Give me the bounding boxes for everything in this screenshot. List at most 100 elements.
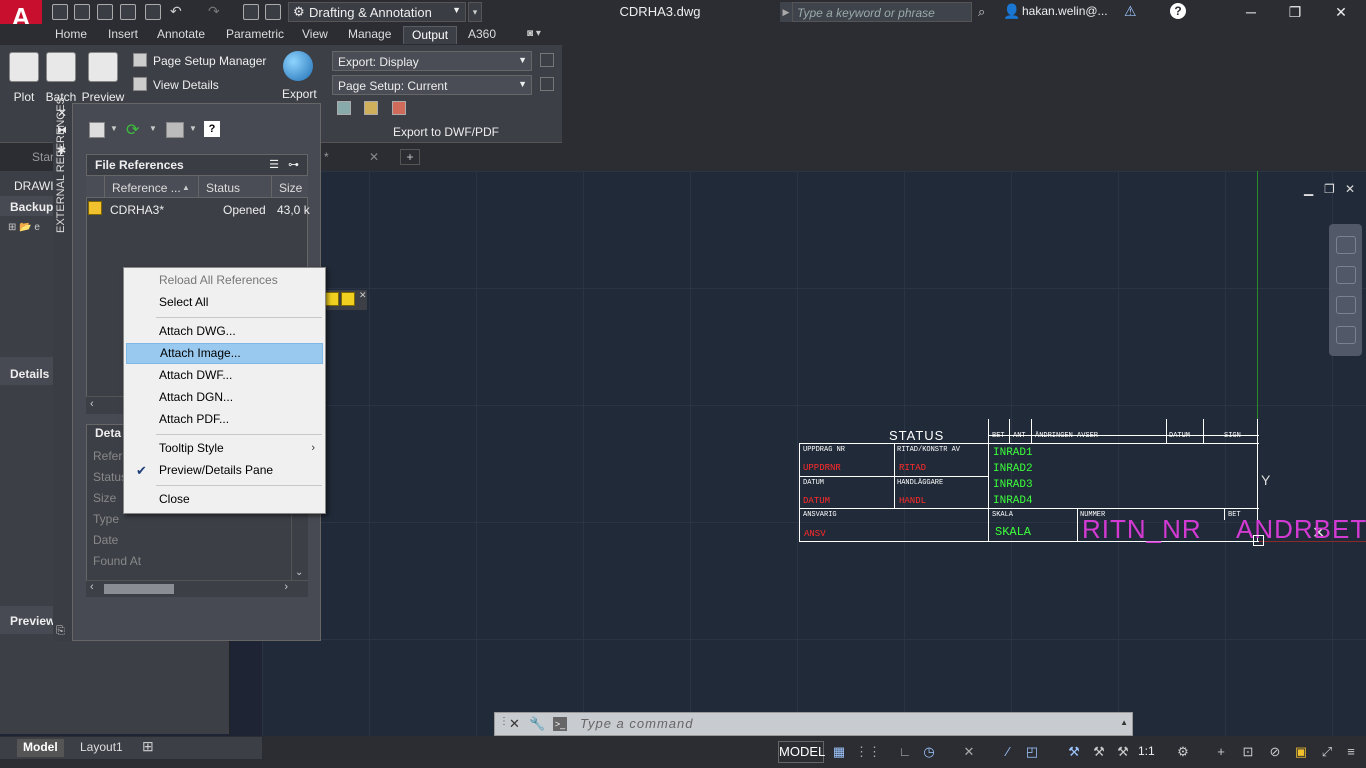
details-horizontal-scrollbar[interactable]: ‹ › — [86, 580, 308, 597]
viewport-close-icon[interactable]: ✕ — [1345, 182, 1355, 196]
floating-toolbar[interactable]: ✕ — [325, 290, 367, 310]
cmd-history-icon[interactable]: ▲ — [1120, 718, 1128, 727]
workspace-gear-icon[interactable]: ⚙ — [1176, 745, 1190, 759]
customization-icon[interactable]: ≡ — [1344, 745, 1358, 759]
floater-tool-2-icon[interactable] — [341, 292, 355, 306]
workspace-switcher[interactable]: ⚙ Drafting & Annotation ▼ — [288, 2, 466, 22]
expand-tree-icon[interactable]: ⊞ 📂 e — [8, 222, 40, 233]
scroll-right-icon[interactable]: › — [284, 581, 288, 593]
scroll-down-icon[interactable]: ⌄ — [295, 567, 303, 578]
orbit-icon[interactable] — [1335, 326, 1356, 344]
tab-parametric[interactable]: Parametric — [218, 26, 292, 44]
tab-insert[interactable]: Insert — [100, 26, 146, 44]
undo-icon[interactable]: ↶ — [170, 3, 182, 20]
print-icon[interactable] — [145, 4, 161, 20]
tab-annotate[interactable]: Annotate — [149, 26, 213, 44]
tab-layout1[interactable]: Layout1 — [74, 739, 129, 757]
tab-a360[interactable]: A360 — [460, 26, 504, 44]
annotation-scale-icon[interactable]: ⚒ — [1116, 745, 1130, 759]
close-cmdline-icon[interactable]: ✕ — [509, 716, 520, 732]
viewport-minimize-icon[interactable]: ▁ — [1304, 182, 1313, 196]
menu-attach-dwg[interactable]: Attach DWG... — [126, 321, 323, 342]
minimize-button[interactable]: ─ — [1228, 0, 1274, 24]
page-setup-options-icon[interactable] — [540, 77, 554, 91]
preview-export-icon[interactable] — [337, 101, 351, 115]
user-account-menu[interactable]: hakan.welin@... — [1022, 4, 1108, 18]
qat-customize-button[interactable]: ▾ — [468, 2, 482, 22]
attach-dwg-icon[interactable] — [89, 122, 105, 138]
annotation-monitor-icon[interactable]: + — [1214, 745, 1228, 759]
tab-model[interactable]: Model — [17, 739, 64, 757]
annotation-scale-value[interactable]: 1:1 — [1138, 744, 1155, 758]
column-reference-name[interactable]: Reference ... — [112, 181, 181, 195]
autodesk-exchange-icon[interactable]: ⚠ — [1124, 3, 1137, 20]
chevron-down-icon[interactable]: ▼ — [149, 124, 157, 133]
command-input[interactable]: Type a command — [580, 716, 693, 731]
navigation-bar[interactable] — [1329, 224, 1362, 356]
menu-tooltip-style[interactable]: Tooltip Style › — [126, 438, 323, 459]
ribbon-minimize-icon[interactable]: ◙ ▾ — [527, 28, 541, 39]
menu-select-all[interactable]: Select All — [126, 292, 323, 313]
batch-plot-button[interactable]: Batch — [39, 50, 83, 104]
recent-commands-icon[interactable]: >_ — [553, 717, 567, 731]
xref-row-name[interactable]: CDRHA3* — [110, 203, 164, 217]
scroll-left-icon[interactable]: ‹ — [90, 398, 94, 410]
restore-button[interactable]: ❐ — [1272, 0, 1318, 24]
open-icon[interactable] — [74, 4, 90, 20]
help-icon[interactable]: ? — [1170, 3, 1186, 19]
plot-icon[interactable] — [243, 4, 259, 20]
tab-manage[interactable]: Manage — [340, 26, 399, 44]
scroll-left-icon[interactable]: ‹ — [90, 581, 94, 593]
column-status[interactable]: Status — [206, 181, 240, 195]
new-layout-icon[interactable]: ⊞ — [142, 738, 154, 755]
search-input[interactable]: Type a keyword or phrase — [792, 2, 972, 22]
help-icon[interactable]: ? — [204, 121, 220, 137]
save-as-icon[interactable] — [120, 4, 136, 20]
tab-start[interactable]: Star — [32, 150, 54, 164]
menu-attach-dgn[interactable]: Attach DGN... — [126, 387, 323, 408]
redo-icon[interactable]: ↷ — [208, 3, 220, 20]
export-pdf-icon[interactable] — [392, 101, 406, 115]
close-window-button[interactable]: ✕ — [1318, 0, 1364, 24]
new-tab-button[interactable]: + — [400, 149, 420, 165]
pan-hand-icon[interactable] — [1335, 266, 1356, 284]
menu-reload-all-references[interactable]: Reload All References — [126, 270, 323, 291]
export-display-combo[interactable]: Export: Display ▼ — [332, 51, 532, 71]
autoscale-icon[interactable]: ⚒ — [1092, 745, 1106, 759]
viewport-restore-icon[interactable]: ❐ — [1324, 182, 1335, 196]
menu-attach-image[interactable]: Attach Image... — [126, 343, 323, 364]
floater-tool-1-icon[interactable] — [325, 292, 339, 306]
plot-preview-icon[interactable] — [265, 4, 281, 20]
zoom-extents-icon[interactable] — [1335, 296, 1356, 314]
tab-view[interactable]: View — [294, 26, 336, 44]
page-setup-manager-button[interactable]: Page Setup Manager — [133, 53, 266, 68]
annotation-visibility-icon[interactable]: ⚒ — [1067, 745, 1081, 759]
ortho-icon[interactable]: ∟ — [898, 745, 912, 759]
tree-view-icon[interactable]: ⊶ — [288, 158, 299, 171]
osnap-tracking-icon[interactable]: ✕ — [962, 745, 976, 759]
new-icon[interactable] — [52, 4, 68, 20]
tab-drawing-modified[interactable]: * — [324, 150, 329, 164]
preview-button[interactable]: Preview — [81, 50, 125, 104]
clean-screen-icon[interactable]: ⤢ — [1320, 745, 1334, 759]
close-tab-icon[interactable]: ✕ — [369, 150, 379, 164]
refresh-icon[interactable]: ⟳ — [126, 120, 139, 140]
wrench-icon[interactable]: 🔧 — [529, 716, 545, 732]
context-menu[interactable]: Reload All References Select All Attach … — [123, 267, 326, 514]
search-expand-icon[interactable]: ▶ — [780, 2, 792, 22]
model-space-toggle[interactable]: MODEL — [778, 741, 825, 763]
save-icon[interactable] — [97, 4, 113, 20]
units-icon[interactable]: ⊡ — [1241, 745, 1255, 759]
lineweight-icon[interactable]: ∕ — [1001, 745, 1015, 759]
selection-cycling-icon[interactable]: ◰ — [1025, 745, 1039, 759]
close-floater-icon[interactable]: ✕ — [359, 290, 367, 301]
column-size[interactable]: Size — [279, 181, 302, 195]
polar-icon[interactable]: ◷ — [922, 745, 936, 759]
list-view-icon[interactable]: ☰ — [269, 158, 279, 171]
snap-icon[interactable]: ⋮⋮ — [855, 745, 881, 759]
menu-preview-details-pane[interactable]: ✔ Preview/Details Pane — [126, 460, 323, 481]
change-path-icon[interactable] — [166, 122, 184, 138]
chevron-down-icon[interactable]: ▼ — [189, 124, 197, 133]
cmdline-grip-icon[interactable]: ⋮ — [499, 716, 509, 727]
chevron-down-icon[interactable]: ▼ — [110, 124, 118, 133]
